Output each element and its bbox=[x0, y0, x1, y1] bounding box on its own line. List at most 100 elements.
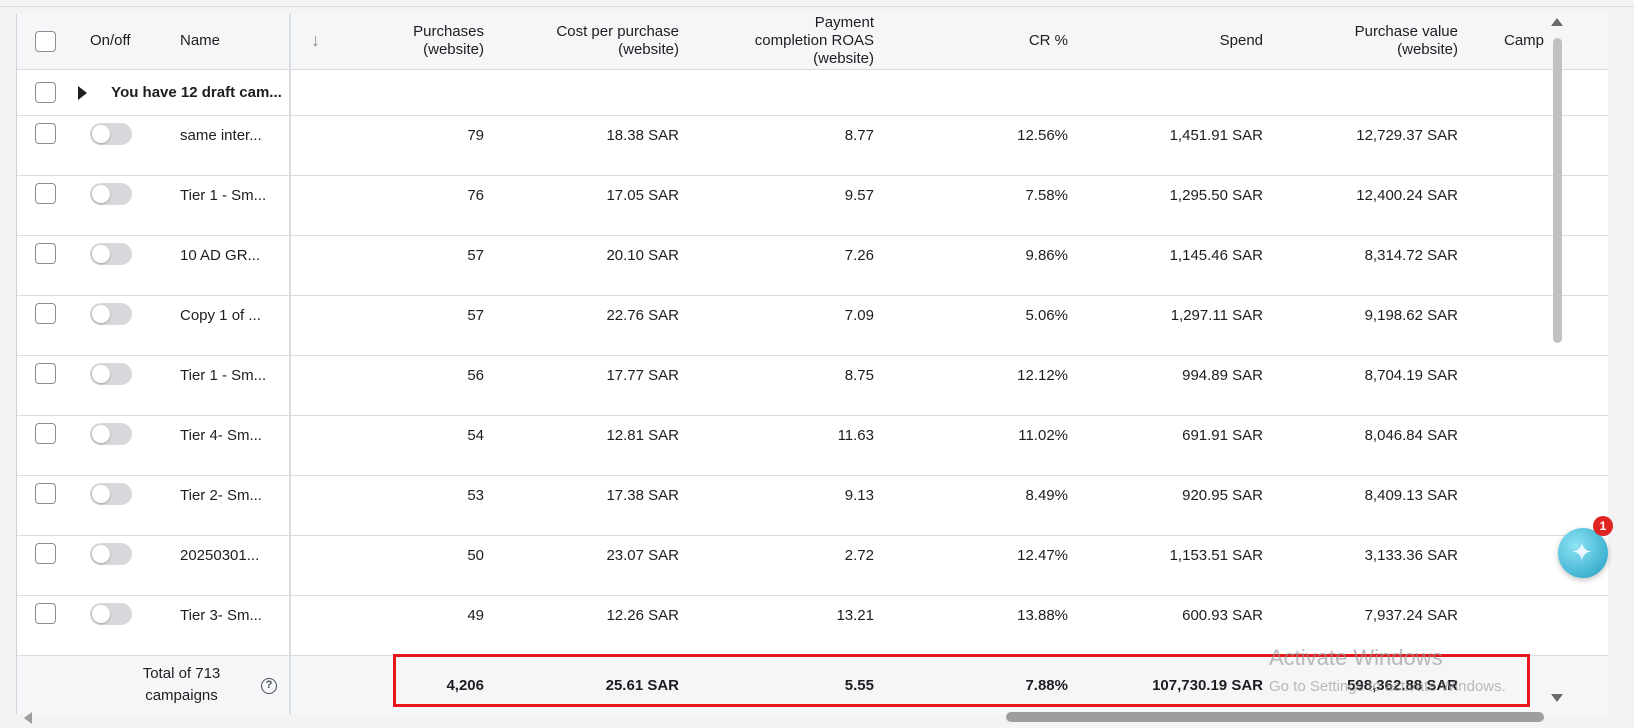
cell-roas: 9.13 bbox=[844, 486, 874, 504]
cell-roas: 13.21 bbox=[836, 606, 874, 624]
cell-cost-per-purchase: 17.38 SAR bbox=[606, 486, 679, 504]
table-header-row: On/off Name ↓ Purchases (website) Cost p… bbox=[17, 14, 1608, 69]
row-checkbox[interactable] bbox=[35, 482, 56, 504]
campaign-name[interactable]: same inter... bbox=[162, 115, 291, 175]
campaign-toggle[interactable] bbox=[90, 422, 132, 445]
cell-purchases: 79 bbox=[467, 126, 484, 144]
top-divider bbox=[0, 6, 1634, 7]
row-checkbox[interactable] bbox=[35, 542, 56, 564]
scroll-up-arrow-icon[interactable] bbox=[1551, 18, 1563, 26]
vertical-scrollbar[interactable] bbox=[1553, 38, 1562, 343]
cell-purchases: 54 bbox=[467, 426, 484, 444]
cell-cost-per-purchase: 12.81 SAR bbox=[606, 426, 679, 444]
cell-roas: 2.72 bbox=[844, 546, 874, 564]
select-all-checkbox[interactable] bbox=[35, 30, 56, 52]
cell-purchase-value: 8,046.84 SAR bbox=[1364, 426, 1458, 444]
cell-purchase-value: 12,729.37 SAR bbox=[1356, 126, 1458, 144]
column-campaign[interactable]: Camp bbox=[1466, 14, 1608, 69]
campaign-toggle[interactable] bbox=[90, 362, 132, 385]
cell-spend: 1,145.46 SAR bbox=[1169, 246, 1263, 264]
row-checkbox[interactable] bbox=[35, 182, 56, 204]
table-row[interactable]: Tier 1 - Sm... 76 17.05 SAR 9.57 7.58% 1… bbox=[17, 175, 1608, 235]
column-value-line1: Purchase value bbox=[1354, 23, 1458, 41]
sparkle-icon: ✦ bbox=[1571, 537, 1593, 567]
scroll-down-arrow-icon[interactable] bbox=[1551, 694, 1563, 702]
campaign-name[interactable]: Tier 1 - Sm... bbox=[162, 175, 291, 235]
cell-purchases: 49 bbox=[467, 606, 484, 624]
column-cr[interactable]: CR % bbox=[882, 14, 1076, 69]
cell-cost-per-purchase: 18.38 SAR bbox=[606, 126, 679, 144]
cell-spend: 1,451.91 SAR bbox=[1169, 126, 1263, 144]
campaign-toggle[interactable] bbox=[90, 182, 132, 205]
cell-cost-per-purchase: 12.26 SAR bbox=[606, 606, 679, 624]
cell-cr: 5.06% bbox=[1025, 306, 1068, 324]
table-row[interactable]: 10 AD GR... 57 20.10 SAR 7.26 9.86% 1,14… bbox=[17, 235, 1608, 295]
campaign-toggle[interactable] bbox=[90, 602, 132, 625]
cell-purchases: 53 bbox=[467, 486, 484, 504]
draft-row-checkbox[interactable] bbox=[35, 81, 56, 103]
row-checkbox[interactable] bbox=[35, 422, 56, 444]
table-row[interactable]: Tier 2- Sm... 53 17.38 SAR 9.13 8.49% 92… bbox=[17, 475, 1608, 535]
row-checkbox[interactable] bbox=[35, 362, 56, 384]
table-row[interactable]: Copy 1 of ... 57 22.76 SAR 7.09 5.06% 1,… bbox=[17, 295, 1608, 355]
campaign-toggle[interactable] bbox=[90, 542, 132, 565]
cell-purchases: 57 bbox=[467, 306, 484, 324]
row-checkbox[interactable] bbox=[35, 602, 56, 624]
scroll-left-arrow-icon[interactable] bbox=[24, 712, 32, 724]
cell-spend: 691.91 SAR bbox=[1182, 426, 1263, 444]
campaign-name[interactable]: Tier 1 - Sm... bbox=[162, 355, 291, 415]
column-cost-per-purchase[interactable]: Cost per purchase (website) bbox=[492, 14, 687, 69]
row-checkbox[interactable] bbox=[35, 122, 56, 144]
column-cost-line2: (website) bbox=[618, 41, 679, 59]
cell-cr: 12.47% bbox=[1017, 546, 1068, 564]
cell-purchase-value: 8,704.19 SAR bbox=[1364, 366, 1458, 384]
table-row[interactable]: Tier 1 - Sm... 56 17.77 SAR 8.75 12.12% … bbox=[17, 355, 1608, 415]
campaign-toggle[interactable] bbox=[90, 302, 132, 325]
cell-roas: 7.09 bbox=[844, 306, 874, 324]
expand-caret-icon[interactable] bbox=[78, 85, 87, 100]
column-roas[interactable]: Payment completion ROAS (website) bbox=[687, 14, 882, 69]
campaign-name[interactable]: 10 AD GR... bbox=[162, 235, 291, 295]
row-checkbox[interactable] bbox=[35, 302, 56, 324]
cell-purchase-value: 3,133.36 SAR bbox=[1364, 546, 1458, 564]
campaign-toggle[interactable] bbox=[90, 242, 132, 265]
help-icon[interactable]: ? bbox=[261, 677, 277, 694]
column-name[interactable]: Name bbox=[162, 14, 291, 69]
campaign-name[interactable]: Copy 1 of ... bbox=[162, 295, 291, 355]
draft-campaigns-row[interactable]: You have 12 draft cam... bbox=[17, 69, 1608, 115]
activate-windows-title: Activate Windows bbox=[1269, 645, 1443, 670]
column-purchase-value[interactable]: Purchase value (website) bbox=[1271, 14, 1466, 69]
cell-cr: 12.12% bbox=[1017, 366, 1068, 384]
column-purchases[interactable]: Purchases (website) bbox=[340, 14, 492, 69]
cell-purchases: 56 bbox=[467, 366, 484, 384]
cell-cost-per-purchase: 20.10 SAR bbox=[606, 246, 679, 264]
campaign-name[interactable]: 20250301... bbox=[162, 535, 291, 595]
cell-purchase-value: 12,400.24 SAR bbox=[1356, 186, 1458, 204]
row-checkbox[interactable] bbox=[35, 242, 56, 264]
column-on-off[interactable]: On/off bbox=[74, 14, 162, 69]
campaign-name[interactable]: Tier 2- Sm... bbox=[162, 475, 291, 535]
cell-spend: 1,297.11 SAR bbox=[1170, 306, 1263, 324]
totals-label-line2: campaigns bbox=[145, 687, 218, 705]
column-value-line2: (website) bbox=[1397, 41, 1458, 59]
cell-purchase-value: 8,314.72 SAR bbox=[1364, 246, 1458, 264]
campaign-toggle[interactable] bbox=[90, 122, 132, 145]
column-roas-line2: completion ROAS bbox=[754, 32, 874, 50]
cell-spend: 994.89 SAR bbox=[1182, 366, 1263, 384]
table-row[interactable]: Tier 4- Sm... 54 12.81 SAR 11.63 11.02% … bbox=[17, 415, 1608, 475]
campaign-name[interactable]: Tier 3- Sm... bbox=[162, 595, 291, 655]
cell-cost-per-purchase: 17.05 SAR bbox=[606, 186, 679, 204]
horizontal-scrollbar[interactable] bbox=[1006, 712, 1544, 722]
campaign-toggle[interactable] bbox=[90, 482, 132, 505]
cell-spend: 600.93 SAR bbox=[1182, 606, 1263, 624]
campaigns-table: On/off Name ↓ Purchases (website) Cost p… bbox=[17, 14, 1608, 714]
table-row[interactable]: same inter... 79 18.38 SAR 8.77 12.56% 1… bbox=[17, 115, 1608, 175]
sort-arrow-icon[interactable]: ↓ bbox=[311, 30, 320, 50]
cell-cr: 11.02% bbox=[1018, 426, 1068, 444]
draft-campaigns-label[interactable]: You have 12 draft cam... bbox=[111, 84, 282, 101]
campaign-name[interactable]: Tier 4- Sm... bbox=[162, 415, 291, 475]
cell-cr: 7.58% bbox=[1025, 186, 1068, 204]
table-row[interactable]: 20250301... 50 23.07 SAR 2.72 12.47% 1,1… bbox=[17, 535, 1608, 595]
column-spend[interactable]: Spend bbox=[1076, 14, 1271, 69]
column-purchases-line2: (website) bbox=[423, 41, 484, 59]
